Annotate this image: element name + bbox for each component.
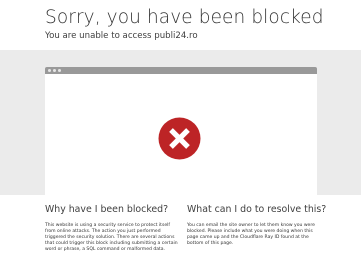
- why-blocked-section: Why have I been blocked? This website is…: [45, 204, 180, 253]
- browser-window-titlebar: [45, 67, 317, 74]
- window-dot-icon: [53, 69, 56, 72]
- page-subtitle: You are unable to access publi24.ro: [45, 31, 198, 41]
- resolve-heading: What can I do to resolve this?: [187, 204, 327, 215]
- blocked-x-icon: [158, 117, 201, 160]
- resolve-section: What can I do to resolve this? You can e…: [187, 204, 327, 247]
- why-blocked-heading: Why have I been blocked?: [45, 204, 169, 215]
- page-title: Sorry, you have been blocked: [45, 7, 324, 28]
- window-dot-icon: [58, 69, 61, 72]
- resolve-text: You can email the site owner to let them…: [187, 223, 315, 247]
- why-blocked-text: This website is using a security service…: [45, 223, 178, 253]
- page-header: Sorry, you have been blocked You are una…: [0, 0, 361, 50]
- window-dot-icon: [48, 69, 51, 72]
